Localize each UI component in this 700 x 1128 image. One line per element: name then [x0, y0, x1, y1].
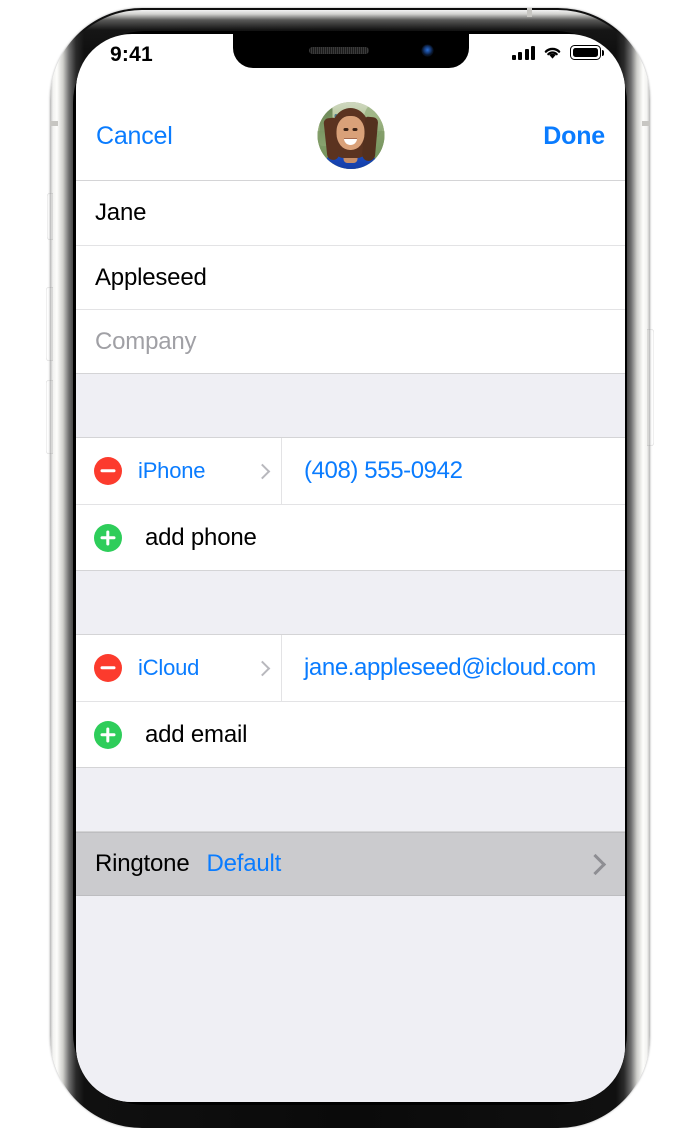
company-row[interactable]: Company — [76, 309, 625, 373]
battery-icon — [570, 45, 604, 60]
front-camera-icon — [421, 45, 433, 56]
plus-circle-icon[interactable] — [94, 523, 122, 552]
email-entry-row[interactable]: iCloud jane.appleseed@icloud.com — [76, 635, 625, 701]
phone-value-input[interactable]: (408) 555-0942 — [282, 457, 463, 485]
email-label-button[interactable]: iCloud — [122, 635, 282, 701]
phone-label: iPhone — [138, 458, 206, 483]
phone-label-button[interactable]: iPhone — [122, 438, 282, 504]
contact-edit-form: Jane Appleseed Company iPhone (408) 555-… — [76, 181, 625, 1102]
contact-photo-image — [317, 102, 384, 169]
status-time: 9:41 — [110, 43, 153, 66]
plus-circle-icon[interactable] — [94, 720, 122, 749]
done-button[interactable]: Done — [543, 122, 605, 151]
phone-screen: 9:41 Cancel Done Jane Appleseed Company … — [76, 34, 625, 1102]
minus-circle-icon[interactable] — [94, 457, 122, 485]
ringtone-label: Ringtone — [95, 850, 190, 877]
section-gap-3 — [76, 767, 625, 832]
add-phone-row[interactable]: add phone — [76, 504, 625, 570]
ringtone-value: Default — [206, 850, 282, 877]
navigation-bar: Cancel Done — [76, 78, 625, 181]
section-gap-1 — [76, 373, 625, 438]
antenna-band-top — [527, 8, 532, 17]
phone-group: iPhone (408) 555-0942 add phone — [76, 438, 625, 570]
chevron-right-icon — [254, 463, 271, 479]
earpiece-speaker-icon — [308, 47, 369, 54]
first-name-row[interactable]: Jane — [76, 181, 625, 245]
chevron-right-icon — [254, 660, 271, 676]
cancel-button[interactable]: Cancel — [96, 122, 173, 151]
email-label: iCloud — [138, 655, 200, 680]
volume-up-button[interactable] — [46, 287, 53, 361]
ringtone-row[interactable]: Ringtone Default — [76, 832, 625, 896]
add-email-label: add email — [145, 720, 248, 748]
chevron-right-icon — [584, 853, 607, 875]
minus-circle-icon[interactable] — [94, 654, 122, 682]
add-email-row[interactable]: add email — [76, 701, 625, 767]
screen-notch — [232, 34, 469, 68]
antenna-band-left — [50, 121, 58, 126]
wifi-icon — [544, 47, 561, 59]
section-gap-4 — [76, 896, 625, 956]
phone-mockup: 9:41 Cancel Done Jane Appleseed Company … — [0, 0, 700, 1128]
add-phone-label: add phone — [145, 523, 257, 551]
status-indicators — [511, 45, 604, 60]
volume-down-button[interactable] — [46, 380, 53, 454]
cellular-signal-icon — [511, 45, 535, 60]
last-name-row[interactable]: Appleseed — [76, 245, 625, 309]
email-group: iCloud jane.appleseed@icloud.com add ema… — [76, 635, 625, 767]
first-name-input[interactable]: Jane — [76, 199, 146, 227]
section-gap-2 — [76, 570, 625, 635]
name-group: Jane Appleseed Company — [76, 181, 625, 373]
phone-entry-row[interactable]: iPhone (408) 555-0942 — [76, 438, 625, 504]
company-input[interactable]: Company — [76, 328, 197, 356]
last-name-input[interactable]: Appleseed — [76, 264, 207, 292]
antenna-band-right — [642, 121, 650, 126]
email-value-input[interactable]: jane.appleseed@icloud.com — [282, 654, 596, 682]
side-power-button[interactable] — [647, 329, 654, 446]
silent-switch-button[interactable] — [47, 193, 53, 240]
avatar[interactable] — [317, 102, 384, 169]
